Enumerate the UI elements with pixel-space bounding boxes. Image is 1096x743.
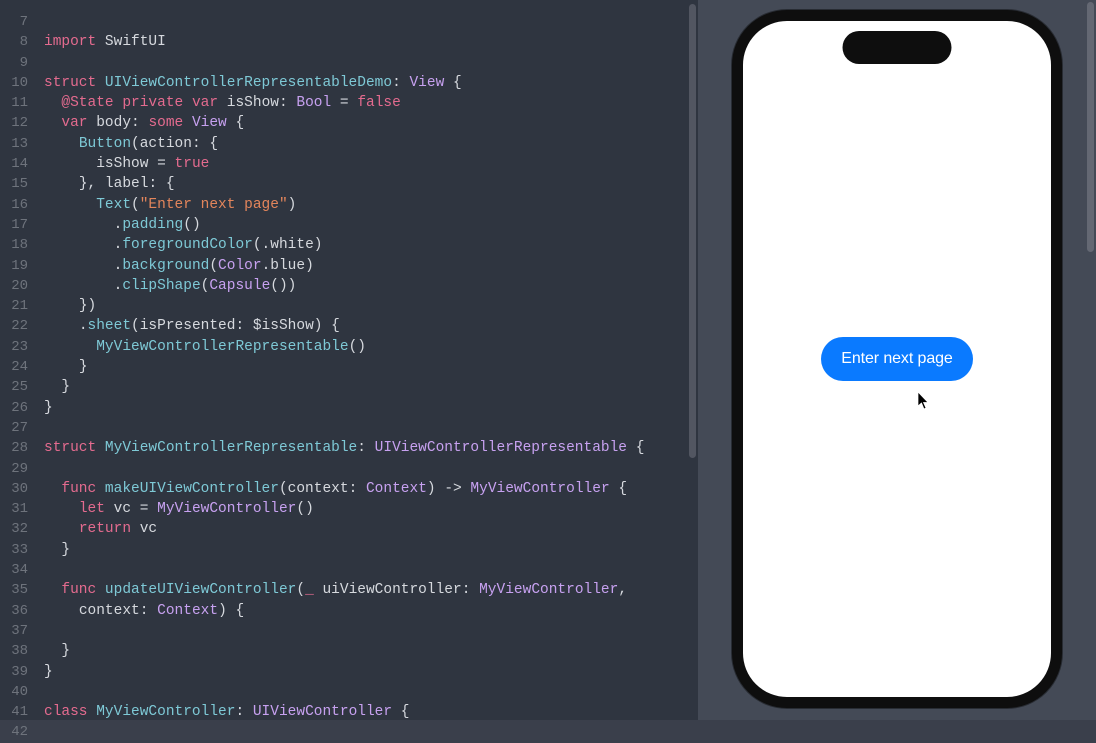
line-number: 20 <box>0 276 28 296</box>
code-line[interactable]: Text("Enter next page") <box>44 195 698 215</box>
line-number: 26 <box>0 398 28 418</box>
line-number: 38 <box>0 641 28 661</box>
editor-vertical-scrollbar[interactable] <box>689 4 696 458</box>
code-line[interactable]: MyViewControllerRepresentable() <box>44 337 698 357</box>
line-number: 25 <box>0 377 28 397</box>
code-line[interactable]: } <box>44 377 698 397</box>
code-line[interactable]: } <box>44 398 698 418</box>
code-line[interactable]: .foregroundColor(.white) <box>44 235 698 255</box>
line-number: 11 <box>0 93 28 113</box>
line-number: 12 <box>0 113 28 133</box>
line-number: 32 <box>0 519 28 539</box>
line-number: 27 <box>0 418 28 438</box>
line-number: 17 <box>0 215 28 235</box>
code-line[interactable]: .background(Color.blue) <box>44 256 698 276</box>
code-line[interactable]: struct UIViewControllerRepresentableDemo… <box>44 73 698 93</box>
line-number: 41 <box>0 702 28 722</box>
line-number: 16 <box>0 195 28 215</box>
code-line[interactable]: context: Context) { <box>44 601 698 621</box>
line-number: 19 <box>0 256 28 276</box>
code-line[interactable]: } <box>44 540 698 560</box>
code-line[interactable]: } <box>44 357 698 377</box>
line-number: 10 <box>0 73 28 93</box>
line-number: 23 <box>0 337 28 357</box>
code-line[interactable]: @State private var isShow: Bool = false <box>44 93 698 113</box>
code-line[interactable]: return vc <box>44 519 698 539</box>
preview-vertical-scrollbar[interactable] <box>1087 2 1094 252</box>
code-line[interactable]: func updateUIViewController(_ uiViewCont… <box>44 580 698 600</box>
code-line[interactable]: let vc = MyViewController() <box>44 499 698 519</box>
enter-next-page-button[interactable]: Enter next page <box>821 337 972 381</box>
code-line[interactable] <box>44 418 698 438</box>
code-editor-pane: 7891011121314151617181920212223242526272… <box>0 0 698 720</box>
code-line[interactable] <box>44 621 698 641</box>
line-number: 24 <box>0 357 28 377</box>
line-number: 37 <box>0 621 28 641</box>
code-line[interactable]: Button(action: { <box>44 134 698 154</box>
line-number: 22 <box>0 316 28 336</box>
code-line[interactable]: import SwiftUI <box>44 32 698 52</box>
code-line[interactable]: .clipShape(Capsule()) <box>44 276 698 296</box>
code-line[interactable]: struct MyViewControllerRepresentable: UI… <box>44 438 698 458</box>
line-number: 9 <box>0 53 28 73</box>
code-line[interactable]: } <box>44 662 698 682</box>
code-line[interactable]: func makeUIViewController(context: Conte… <box>44 479 698 499</box>
line-number: 13 <box>0 134 28 154</box>
line-number: 7 <box>0 12 28 32</box>
line-number: 14 <box>0 154 28 174</box>
line-number: 29 <box>0 459 28 479</box>
code-line[interactable] <box>44 560 698 580</box>
line-number: 36 <box>0 601 28 621</box>
code-line[interactable]: } <box>44 641 698 661</box>
line-number: 39 <box>0 662 28 682</box>
line-number: 18 <box>0 235 28 255</box>
line-number: 15 <box>0 174 28 194</box>
line-number: 21 <box>0 296 28 316</box>
line-number: 33 <box>0 540 28 560</box>
code-line[interactable]: class MyViewController: UIViewController… <box>44 702 698 720</box>
code-line[interactable] <box>44 53 698 73</box>
code-line[interactable]: }, label: { <box>44 174 698 194</box>
line-number: 31 <box>0 499 28 519</box>
line-number: 42 <box>0 722 28 742</box>
line-number: 35 <box>0 580 28 600</box>
code-line[interactable] <box>44 682 698 702</box>
code-line[interactable]: isShow = true <box>44 154 698 174</box>
line-number-gutter: 7891011121314151617181920212223242526272… <box>0 0 36 720</box>
line-number: 40 <box>0 682 28 702</box>
line-number: 30 <box>0 479 28 499</box>
preview-pane: Enter next page <box>698 0 1096 720</box>
phone-screen: Enter next page <box>743 21 1051 697</box>
line-number: 28 <box>0 438 28 458</box>
line-number: 34 <box>0 560 28 580</box>
code-line[interactable]: .sheet(isPresented: $isShow) { <box>44 316 698 336</box>
code-line[interactable] <box>44 12 698 32</box>
iphone-frame: Enter next page <box>732 10 1062 708</box>
code-line[interactable]: .padding() <box>44 215 698 235</box>
code-line[interactable]: var body: some View { <box>44 113 698 133</box>
code-area[interactable]: import SwiftUI struct UIViewControllerRe… <box>36 0 698 720</box>
line-number: 8 <box>0 32 28 52</box>
code-line[interactable]: }) <box>44 296 698 316</box>
code-line[interactable] <box>44 459 698 479</box>
